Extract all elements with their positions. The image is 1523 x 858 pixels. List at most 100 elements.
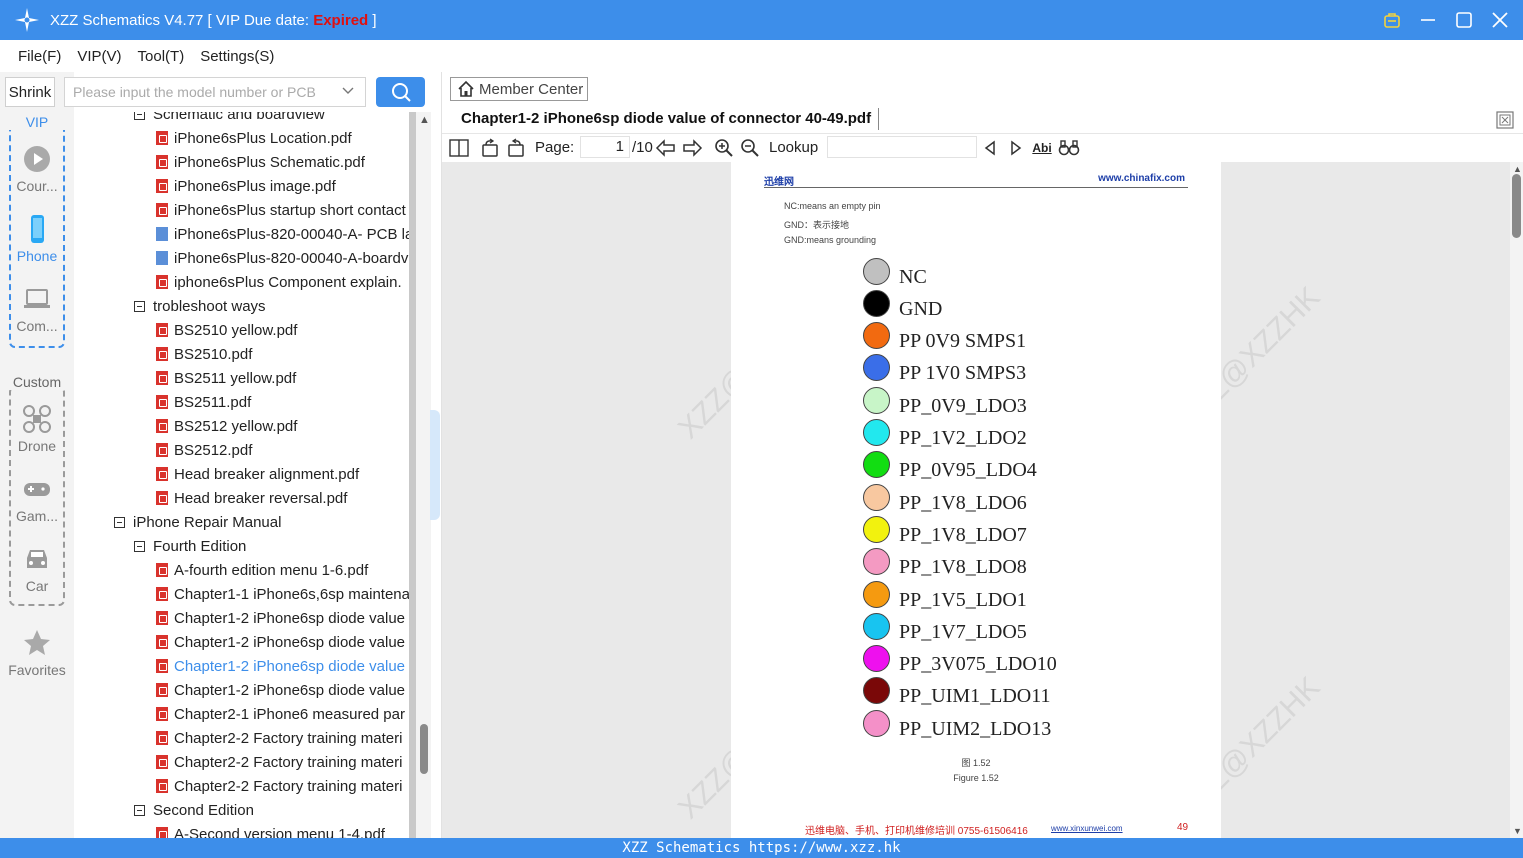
collapse-icon[interactable] — [134, 804, 145, 816]
minimize-icon[interactable] — [1417, 9, 1439, 31]
search-button[interactable] — [376, 77, 425, 107]
tree-item[interactable]: BS2510 yellow.pdf — [156, 318, 297, 342]
zoom-in-icon[interactable] — [713, 138, 735, 158]
maximize-icon[interactable] — [1453, 9, 1475, 31]
pdf-file-icon — [156, 755, 168, 769]
nav-computer[interactable]: Com... — [0, 284, 74, 334]
page-note: NC:means an empty pin — [784, 201, 881, 211]
nav-car[interactable]: Car — [0, 544, 74, 594]
tree-item[interactable]: A-Second version menu 1-4.pdf — [156, 822, 385, 838]
find-all-icon[interactable] — [1058, 138, 1080, 158]
menu-vip[interactable]: VIP(V) — [77, 48, 121, 65]
document-tab-title[interactable]: Chapter1-2 iPhone6sp diode value of conn… — [461, 110, 871, 127]
tree-item[interactable]: Chapter1-2 iPhone6sp diode value — [156, 654, 405, 678]
tree-item[interactable]: BS2512.pdf — [156, 438, 252, 462]
panel-collapse-handle[interactable] — [430, 410, 440, 520]
find-next-icon[interactable] — [1005, 138, 1027, 158]
scroll-up-icon[interactable]: ▲ — [419, 114, 430, 126]
tree-item[interactable]: Head breaker alignment.pdf — [156, 462, 359, 486]
tree-item-label: Chapter1-2 iPhone6sp diode value — [174, 609, 405, 627]
custom-group-label: Custom — [0, 374, 74, 390]
nav-favorites[interactable]: Favorites — [0, 628, 74, 678]
tree-item[interactable]: trobleshoot ways — [134, 294, 266, 318]
tree-item[interactable]: iPhone6sPlus Schematic.pdf — [156, 150, 365, 174]
pdf-file-icon — [156, 587, 168, 601]
pdf-toolbar: Page: 1 /10 Lookup Abi — [442, 134, 1523, 162]
zoom-out-icon[interactable] — [739, 138, 761, 158]
page-footer: 迅维电脑、手机、打印机维修培训 0755-61506416 — [805, 826, 1028, 837]
match-case-icon[interactable]: Abi — [1031, 138, 1053, 158]
tree-item[interactable]: BS2510.pdf — [156, 342, 252, 366]
tree-item[interactable]: iphone6sPlus Component explain. — [156, 270, 402, 294]
document-tab[interactable]: Chapter1-2 iPhone6sp diode value of conn… — [442, 106, 1523, 134]
collapse-icon[interactable] — [134, 300, 145, 312]
viewer-scrollbar[interactable]: ▲ ▼ — [1510, 162, 1523, 838]
chevron-down-icon[interactable] — [341, 84, 355, 98]
tree-item[interactable]: iPhone6sPlus-820-00040-A-boardv — [156, 246, 408, 270]
tree-scrollbar[interactable]: ▲ — [409, 112, 431, 838]
close-icon[interactable] — [1489, 9, 1511, 31]
legend-label: PP_1V8_LDO6 — [899, 491, 1027, 514]
tree-item[interactable]: BS2511.pdf — [156, 390, 251, 414]
notification-icon[interactable] — [1381, 9, 1403, 31]
pdf-viewer[interactable]: XZZ@XZZHK XZZ@XZZHK XZZ@XZZHK XZZ@XZZHK … — [442, 162, 1510, 838]
nav-games[interactable]: Gam... — [0, 474, 74, 524]
lookup-label: Lookup — [769, 139, 819, 156]
nav-drone[interactable]: Drone — [0, 404, 74, 454]
legend-item: PP_1V2_LDO2 — [863, 418, 1027, 449]
tree-item[interactable]: Second Edition — [134, 798, 254, 822]
tree-item[interactable]: Chapter2-2 Factory training materi — [156, 750, 402, 774]
page-number-input[interactable]: 1 — [580, 136, 630, 158]
rotate-left-icon[interactable] — [479, 138, 501, 158]
legend-label: PP 1V0 SMPS3 — [899, 362, 1027, 385]
rotate-right-icon[interactable] — [505, 138, 527, 158]
sidebar-toggle-icon[interactable] — [448, 138, 470, 158]
tree-item[interactable]: iPhone6sPlus startup short contact — [156, 198, 406, 222]
collapse-icon[interactable] — [134, 540, 145, 552]
tree-item[interactable]: Schematic and boardview — [134, 112, 325, 126]
legend-swatch — [863, 515, 890, 543]
tree-item[interactable]: A-fourth edition menu 1-6.pdf — [156, 558, 368, 582]
menu-file[interactable]: File(F) — [18, 48, 61, 65]
find-prev-icon[interactable] — [979, 138, 1001, 158]
tree-item[interactable]: Chapter2-2 Factory training materi — [156, 774, 402, 798]
tree-item[interactable]: iPhone6sPlus-820-00040-A- PCB la — [156, 222, 409, 246]
menu-settings[interactable]: Settings(S) — [200, 48, 274, 65]
tree-item[interactable]: Chapter1-2 iPhone6sp diode value — [156, 678, 405, 702]
tree-item[interactable]: iPhone Repair Manual — [114, 510, 281, 534]
prev-page-icon[interactable] — [655, 138, 677, 158]
category-sidebar: Shrink VIP Custom Cour... Phone Com... D… — [0, 72, 74, 838]
scroll-down-icon[interactable]: ▼ — [1513, 826, 1522, 836]
scroll-thumb[interactable] — [420, 724, 428, 774]
collapse-icon[interactable] — [134, 112, 145, 120]
tree-item[interactable]: Head breaker reversal.pdf — [156, 486, 347, 510]
shrink-button[interactable]: Shrink — [5, 77, 55, 107]
tree-item[interactable]: iPhone6sPlus Location.pdf — [156, 126, 352, 150]
legend-label: PP_1V5_LDO1 — [899, 588, 1027, 611]
close-tabs-icon[interactable] — [1496, 111, 1514, 129]
scroll-up-icon[interactable]: ▲ — [1513, 164, 1522, 174]
tree-item[interactable]: Fourth Edition — [134, 534, 246, 558]
tree-item[interactable]: iPhone6sPlus image.pdf — [156, 174, 336, 198]
tree-item-label: Head breaker reversal.pdf — [174, 489, 348, 507]
tree-item[interactable]: Chapter1-2 iPhone6sp diode value — [156, 630, 405, 654]
legend-item: PP_1V8_LDO8 — [863, 547, 1027, 578]
scroll-thumb[interactable] — [1512, 174, 1521, 238]
lookup-input[interactable] — [827, 136, 977, 158]
page-header-left: 迅维网 — [764, 177, 794, 188]
tree-item[interactable]: Chapter2-2 Factory training materi — [156, 726, 402, 750]
tree-item[interactable]: Chapter1-2 iPhone6sp diode value — [156, 606, 405, 630]
model-search-input[interactable]: Please input the model number or PCB — [64, 77, 366, 107]
tree-item[interactable]: BS2511 yellow.pdf — [156, 366, 296, 390]
nav-phone[interactable]: Phone — [0, 214, 74, 264]
member-center-button[interactable]: Member Center — [450, 77, 588, 101]
menu-tool[interactable]: Tool(T) — [138, 48, 185, 65]
tree-item[interactable]: Chapter2-1 iPhone6 measured par — [156, 702, 405, 726]
next-page-icon[interactable] — [681, 138, 703, 158]
tree-item-label: iPhone6sPlus image.pdf — [174, 177, 336, 195]
tree-item[interactable]: BS2512 yellow.pdf — [156, 414, 297, 438]
tree-item[interactable]: Chapter1-1 iPhone6s,6sp maintena — [156, 582, 409, 606]
pdf-file-icon — [156, 131, 168, 145]
collapse-icon[interactable] — [114, 516, 125, 528]
nav-courses[interactable]: Cour... — [0, 144, 74, 194]
